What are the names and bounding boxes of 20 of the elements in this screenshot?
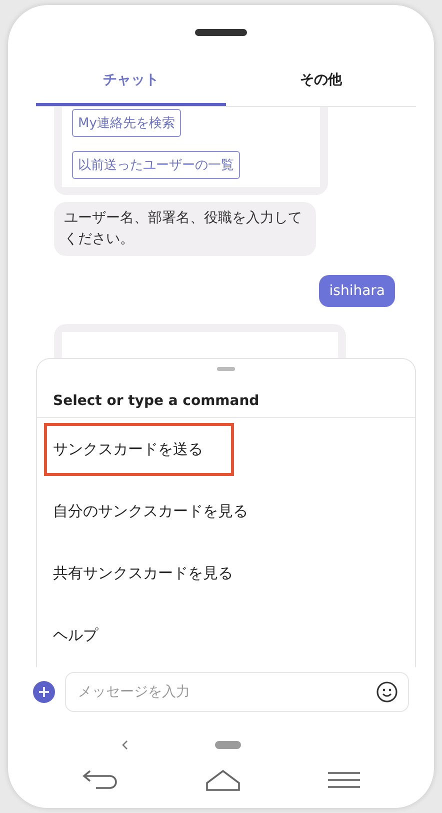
command-item[interactable]: サンクスカードを送る [47, 426, 231, 473]
bot-message: ユーザー名、部署名、役職を入力してください。 [54, 202, 316, 256]
speaker-slot [195, 29, 247, 36]
add-icon[interactable] [33, 681, 55, 704]
drag-handle[interactable] [217, 367, 235, 372]
menu-icon[interactable] [328, 770, 360, 789]
command-item[interactable]: 共有サンクスカードを見る [53, 550, 233, 596]
command-item[interactable]: 自分のサンクスカードを見る [53, 488, 248, 534]
back-chevron-icon[interactable] [121, 738, 129, 751]
home-icon[interactable] [206, 768, 240, 791]
message-field[interactable]: メッセージを入力 [65, 672, 409, 712]
sheet-title: Select or type a command [37, 371, 415, 418]
user-message: ishihara [319, 275, 395, 308]
home-pill[interactable] [215, 740, 241, 749]
emoji-icon[interactable] [376, 681, 398, 704]
card-action-button[interactable]: 以前送ったユーザーの一覧 [72, 151, 240, 180]
back-arrow-icon[interactable] [82, 768, 118, 791]
command-item[interactable]: ヘルプ [53, 612, 98, 658]
tab[interactable]: その他 [226, 56, 416, 106]
card-action-button[interactable]: My連絡先を検索 [72, 109, 181, 138]
